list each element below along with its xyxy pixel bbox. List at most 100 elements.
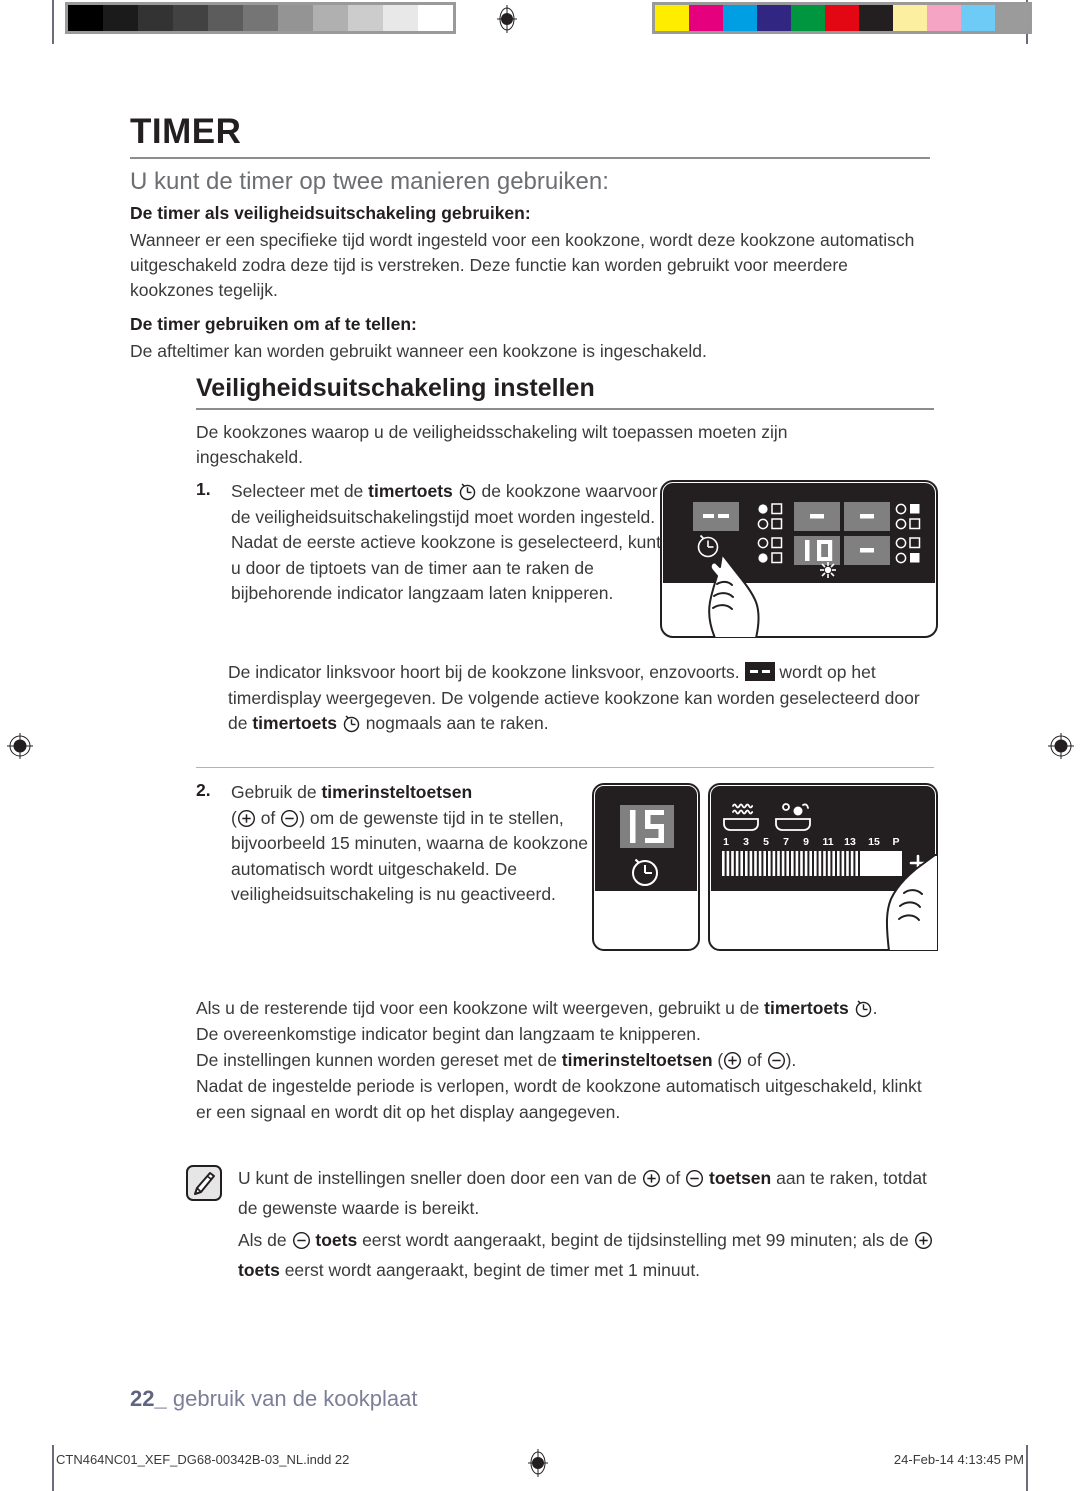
intro-heading-safety: De timer als veiligheidsuitschakeling ge… bbox=[130, 203, 531, 223]
tail-p2: De overeenkomstige indicator begint dan … bbox=[196, 1024, 701, 1044]
page-title: TIMER bbox=[130, 112, 242, 151]
mid-divider bbox=[196, 767, 934, 768]
note-line-2: Als de toets eerst wordt aangeraakt, beg… bbox=[238, 1225, 938, 1285]
illustration-timer-display-panel bbox=[592, 783, 700, 951]
title-divider bbox=[130, 157, 930, 159]
note-l2c: eerst wordt aangeraakt, begint de tijdsi… bbox=[362, 1230, 909, 1250]
mid-text-line1a: De indicator linksvoor hoort bij de kook… bbox=[228, 662, 740, 682]
tail-bold-timerinsteltoetsen: timerinsteltoetsen bbox=[561, 1050, 713, 1070]
registration-mark-bottom-icon bbox=[523, 1448, 553, 1478]
section-title: Veiligheidsuitschakeling instellen bbox=[196, 374, 595, 402]
svg-text:15: 15 bbox=[868, 836, 880, 848]
registration-mark-top-icon bbox=[492, 4, 522, 34]
footer-caption: gebruik van de kookplaat bbox=[172, 1386, 418, 1411]
note-bold-toets-plus: toets bbox=[238, 1260, 280, 1280]
grayscale-calibration-bar bbox=[65, 2, 456, 34]
note-l1-of: of bbox=[665, 1168, 681, 1188]
illustration-power-slider-panel: 1 3 5 7 9 11 13 15 P bbox=[708, 783, 939, 952]
gray-swatch bbox=[418, 5, 453, 31]
tail-p3-of: of bbox=[747, 1050, 762, 1070]
tail-bold-timertoets: timertoets bbox=[764, 998, 849, 1018]
color-swatch bbox=[655, 5, 689, 31]
tail-p4: Nadat de ingestelde periode is verlopen,… bbox=[196, 1076, 922, 1122]
registration-mark-left-icon bbox=[5, 731, 35, 761]
step-2-number: 2. bbox=[196, 780, 211, 800]
svg-text:11: 11 bbox=[822, 836, 833, 848]
note-l2e: eerst wordt aangeraakt, begint de timer … bbox=[284, 1260, 701, 1280]
color-swatch bbox=[791, 5, 825, 31]
mid-text-line2c: nogmaals aan te raken. bbox=[365, 713, 549, 733]
svg-text:9: 9 bbox=[803, 836, 809, 848]
mid-text-block: De indicator linksvoor hoort bij de kook… bbox=[228, 660, 934, 737]
plus-key-icon bbox=[642, 1167, 661, 1188]
crop-line-bottom-left bbox=[52, 1445, 54, 1491]
step-2-bold-timerinsteltoetsen: timerinsteltoetsen bbox=[321, 782, 473, 802]
minus-key-icon bbox=[685, 1167, 704, 1188]
mid-text-bold-timertoets: timertoets bbox=[252, 713, 337, 733]
step-1: 1. Selecteer met de timertoets de kookzo… bbox=[196, 479, 666, 607]
plus-key-icon bbox=[914, 1229, 933, 1250]
section-intro: De kookzones waarop u de veiligheidsscha… bbox=[196, 422, 788, 467]
step-1-extra: Nadat de eerste actieve kookzone is gese… bbox=[231, 532, 661, 603]
plus-key-icon bbox=[723, 1051, 742, 1070]
manual-page: TIMER U kunt de timer op twee manieren g… bbox=[0, 0, 1080, 1491]
gray-swatch bbox=[138, 5, 173, 31]
color-swatch bbox=[927, 5, 961, 31]
gray-swatch bbox=[278, 5, 313, 31]
intro-body-countdown: De afteltimer kan worden gebruikt wannee… bbox=[130, 341, 707, 361]
step-2-body: Gebruik de timerinsteltoetsen ( of ) om … bbox=[231, 780, 596, 908]
tail-p1c: . bbox=[872, 998, 878, 1018]
note-line-1: U kunt de instellingen sneller doen door… bbox=[238, 1163, 938, 1223]
tail-p1a: Als u de resterende tijd voor een kookzo… bbox=[196, 998, 760, 1018]
intro-block-countdown: De timer gebruiken om af te tellen: De a… bbox=[130, 314, 935, 364]
step-2-lead: Gebruik de bbox=[231, 782, 317, 802]
timer-dashes-display-icon bbox=[744, 662, 775, 681]
gray-swatch bbox=[103, 5, 138, 31]
step-2-paren-close: ) bbox=[299, 807, 306, 828]
crop-line-left bbox=[52, 0, 54, 44]
footer-underscore: _ bbox=[154, 1386, 167, 1411]
page-footer: 22_ gebruik van de kookplaat bbox=[130, 1386, 417, 1412]
step-1-body: Selecteer met de timertoets de kookzone … bbox=[231, 479, 666, 607]
svg-text:7: 7 bbox=[783, 836, 789, 848]
gray-swatch bbox=[68, 5, 103, 31]
note-pencil-icon bbox=[186, 1165, 222, 1201]
color-swatch bbox=[961, 5, 995, 31]
step-1-lead: Selecteer met de bbox=[231, 481, 364, 501]
color-calibration-bar bbox=[652, 2, 1032, 34]
note-box: U kunt de instellingen sneller doen door… bbox=[186, 1163, 938, 1287]
note-l2a: Als de bbox=[238, 1230, 287, 1250]
gray-swatch bbox=[348, 5, 383, 31]
step-1-bold-timertoets: timertoets bbox=[368, 481, 453, 501]
gray-swatch bbox=[208, 5, 243, 31]
registration-mark-right-icon bbox=[1046, 731, 1076, 761]
intro-heading-countdown: De timer gebruiken om af te tellen: bbox=[130, 314, 417, 334]
gray-swatch bbox=[243, 5, 278, 31]
note-text: U kunt de instellingen sneller doen door… bbox=[238, 1163, 938, 1287]
color-swatch bbox=[825, 5, 859, 31]
svg-text:13: 13 bbox=[844, 836, 856, 848]
step-2: 2. Gebruik de timerinsteltoetsen ( of) … bbox=[196, 780, 596, 908]
color-swatch bbox=[757, 5, 791, 31]
intro-body-safety: Wanneer er een specifieke tijd wordt ing… bbox=[130, 230, 915, 300]
note-l1a: U kunt de instellingen sneller doen door… bbox=[238, 1168, 637, 1188]
timer-clock-icon bbox=[854, 999, 873, 1018]
intro-block-safety: De timer als veiligheidsuitschakeling ge… bbox=[130, 203, 935, 303]
minus-key-icon bbox=[767, 1051, 786, 1070]
color-swatch bbox=[689, 5, 723, 31]
crop-line-bottom-right bbox=[1026, 1445, 1028, 1491]
gray-swatch bbox=[383, 5, 418, 31]
step-1-number: 1. bbox=[196, 479, 211, 499]
color-swatch bbox=[859, 5, 893, 31]
section-divider bbox=[196, 408, 934, 410]
svg-text:P: P bbox=[892, 836, 899, 848]
timer-clock-icon bbox=[342, 714, 361, 733]
imprint-filename: CTN464NC01_XEF_DG68-00342B-03_NL.indd 22 bbox=[56, 1452, 350, 1467]
color-swatch bbox=[723, 5, 757, 31]
gray-swatch bbox=[173, 5, 208, 31]
svg-text:1: 1 bbox=[723, 836, 729, 848]
timer-clock-icon bbox=[458, 482, 477, 501]
plus-key-icon bbox=[237, 809, 256, 828]
footer-page-number: 22 bbox=[130, 1386, 155, 1411]
minus-key-icon bbox=[280, 809, 299, 828]
